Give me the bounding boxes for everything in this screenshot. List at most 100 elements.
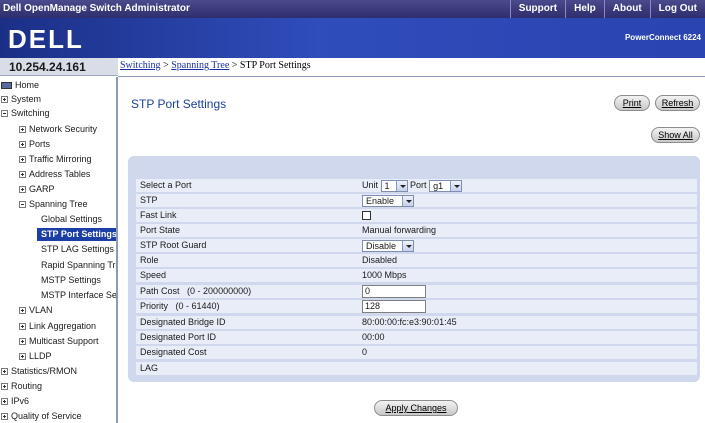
expand-icon[interactable] [19, 353, 26, 360]
nav-label: Statistics/RMON [11, 366, 78, 376]
logout-link[interactable]: Log Out [649, 0, 705, 18]
apply-changes-button[interactable]: Apply Changes [374, 400, 458, 416]
header-divider [118, 76, 705, 77]
refresh-button-label: Refresh [661, 98, 694, 108]
designated-port-id-value: 00:00 [362, 332, 385, 342]
nav-mstp-settings[interactable]: MSTP Settings [41, 274, 101, 287]
nav-quality-of-service[interactable]: Quality of Service [1, 410, 82, 423]
row-speed: Speed 1000 Mbps [136, 269, 697, 282]
row-priority: Priority (0 - 61440) 128 [136, 300, 697, 313]
help-link[interactable]: Help [565, 0, 604, 18]
expand-icon[interactable] [19, 323, 26, 330]
nav-system[interactable]: System [1, 93, 41, 106]
chevron-down-icon[interactable] [402, 241, 413, 251]
port-label: Port [410, 180, 427, 190]
nav-label: LLDP [29, 351, 52, 361]
nav-spanning-tree[interactable]: Spanning Tree [19, 198, 88, 211]
expand-icon[interactable] [19, 126, 26, 133]
row-path-cost: Path Cost (0 - 200000000) 0 [136, 285, 697, 298]
nav-lldp[interactable]: LLDP [19, 350, 52, 363]
fast-link-label: Fast Link [140, 210, 177, 220]
nav-global-settings[interactable]: Global Settings [41, 213, 102, 226]
role-value: Disabled [362, 255, 398, 265]
chevron-down-icon[interactable] [402, 196, 413, 206]
collapse-icon[interactable] [1, 110, 8, 117]
port-select[interactable]: g1 [429, 180, 463, 192]
breadcrumb-switching-link[interactable]: Switching [120, 60, 161, 71]
nav-stp-lag-settings[interactable]: STP LAG Settings [41, 243, 114, 256]
nav-label: Quality of Service [11, 411, 82, 421]
nav-address-tables[interactable]: Address Tables [19, 168, 90, 181]
show-all-button[interactable]: Show All [651, 127, 700, 143]
nav-label: STP Port Settings [41, 229, 117, 239]
nav-garp[interactable]: GARP [19, 183, 55, 196]
nav-link-aggregation[interactable]: Link Aggregation [19, 320, 96, 333]
nav-rapid-spanning-tree[interactable]: Rapid Spanning Tre [41, 259, 116, 272]
fast-link-checkbox[interactable] [362, 211, 371, 220]
refresh-button[interactable]: Refresh [655, 95, 700, 111]
nav-mstp-interface-settings[interactable]: MSTP Interface Set [41, 289, 118, 302]
top-menu: Support Help About Log Out [509, 0, 705, 18]
breadcrumb-separator: > [160, 60, 172, 71]
nav-multicast-support[interactable]: Multicast Support [19, 335, 99, 348]
stp-label: STP [140, 195, 158, 205]
expand-icon[interactable] [19, 171, 26, 178]
nav-network-security[interactable]: Network Security [19, 123, 97, 136]
nav-ipv6[interactable]: IPv6 [1, 395, 29, 408]
unit-select[interactable]: 1 [380, 180, 408, 192]
expand-icon[interactable] [19, 307, 26, 314]
chevron-down-icon[interactable] [450, 181, 462, 191]
nav-label: Traffic Mirroring [29, 154, 92, 164]
nav-routing[interactable]: Routing [1, 380, 42, 393]
expand-icon[interactable] [19, 141, 26, 148]
expand-icon[interactable] [1, 413, 8, 420]
nav-ports[interactable]: Ports [19, 138, 50, 151]
nav-label: STP LAG Settings [41, 244, 114, 254]
nav-label: VLAN [29, 305, 53, 315]
speed-value: 1000 Mbps [362, 270, 407, 280]
row-designated-port-id: Designated Port ID 00:00 [136, 331, 697, 344]
expand-icon[interactable] [19, 186, 26, 193]
stp-select[interactable]: Enable [362, 195, 414, 207]
stp-value-cell: Enable [362, 195, 414, 207]
nav-stp-port-settings[interactable]: STP Port Settings [37, 228, 117, 241]
designated-bridge-id-value: 80:00:00:fc:e3:90:01:45 [362, 317, 457, 327]
select-port-controls: Unit 1 Port g1 [362, 180, 463, 192]
support-link[interactable]: Support [509, 0, 565, 18]
root-guard-select[interactable]: Disable [362, 240, 414, 252]
print-button[interactable]: Print [614, 95, 650, 111]
nav-traffic-mirroring[interactable]: Traffic Mirroring [19, 153, 92, 166]
nav-vlan[interactable]: VLAN [19, 304, 53, 317]
priority-label-group: Priority (0 - 61440) [140, 301, 220, 311]
path-cost-range: (0 - 200000000) [187, 286, 252, 296]
expand-icon[interactable] [19, 156, 26, 163]
nav-home[interactable]: Home [1, 79, 39, 92]
expand-icon[interactable] [19, 338, 26, 345]
ip-address: 10.254.24.161 [9, 60, 86, 74]
nav-label: Ports [29, 139, 51, 149]
nav-switching[interactable]: Switching [1, 107, 50, 120]
expand-icon[interactable] [1, 96, 8, 103]
stp-select-value: Enable [366, 196, 395, 206]
about-link[interactable]: About [603, 0, 650, 18]
nav-label: MSTP Interface Set [41, 290, 118, 300]
row-fast-link: Fast Link [136, 209, 697, 222]
nav-label: Switching [11, 108, 50, 118]
chevron-down-icon[interactable] [395, 181, 407, 191]
path-cost-input[interactable]: 0 [362, 285, 426, 298]
expand-icon[interactable] [1, 398, 8, 405]
expand-icon[interactable] [1, 368, 8, 375]
expand-icon[interactable] [1, 383, 8, 390]
row-port-state: Port State Manual forwarding [136, 224, 697, 237]
priority-input[interactable]: 128 [362, 300, 426, 313]
designated-cost-value: 0 [362, 347, 368, 357]
breadcrumb-current: STP Port Settings [239, 60, 311, 71]
collapse-icon[interactable] [19, 201, 26, 208]
nav-statistics-rmon[interactable]: Statistics/RMON [1, 365, 77, 378]
home-icon [1, 82, 12, 89]
breadcrumb-spanning-tree-link[interactable]: Spanning Tree [171, 60, 229, 71]
root-guard-select-value: Disable [366, 241, 397, 251]
row-designated-cost: Designated Cost 0 [136, 346, 697, 359]
port-state-value: Manual forwarding [362, 225, 437, 235]
row-designated-bridge-id: Designated Bridge ID 80:00:00:fc:e3:90:0… [136, 316, 697, 329]
